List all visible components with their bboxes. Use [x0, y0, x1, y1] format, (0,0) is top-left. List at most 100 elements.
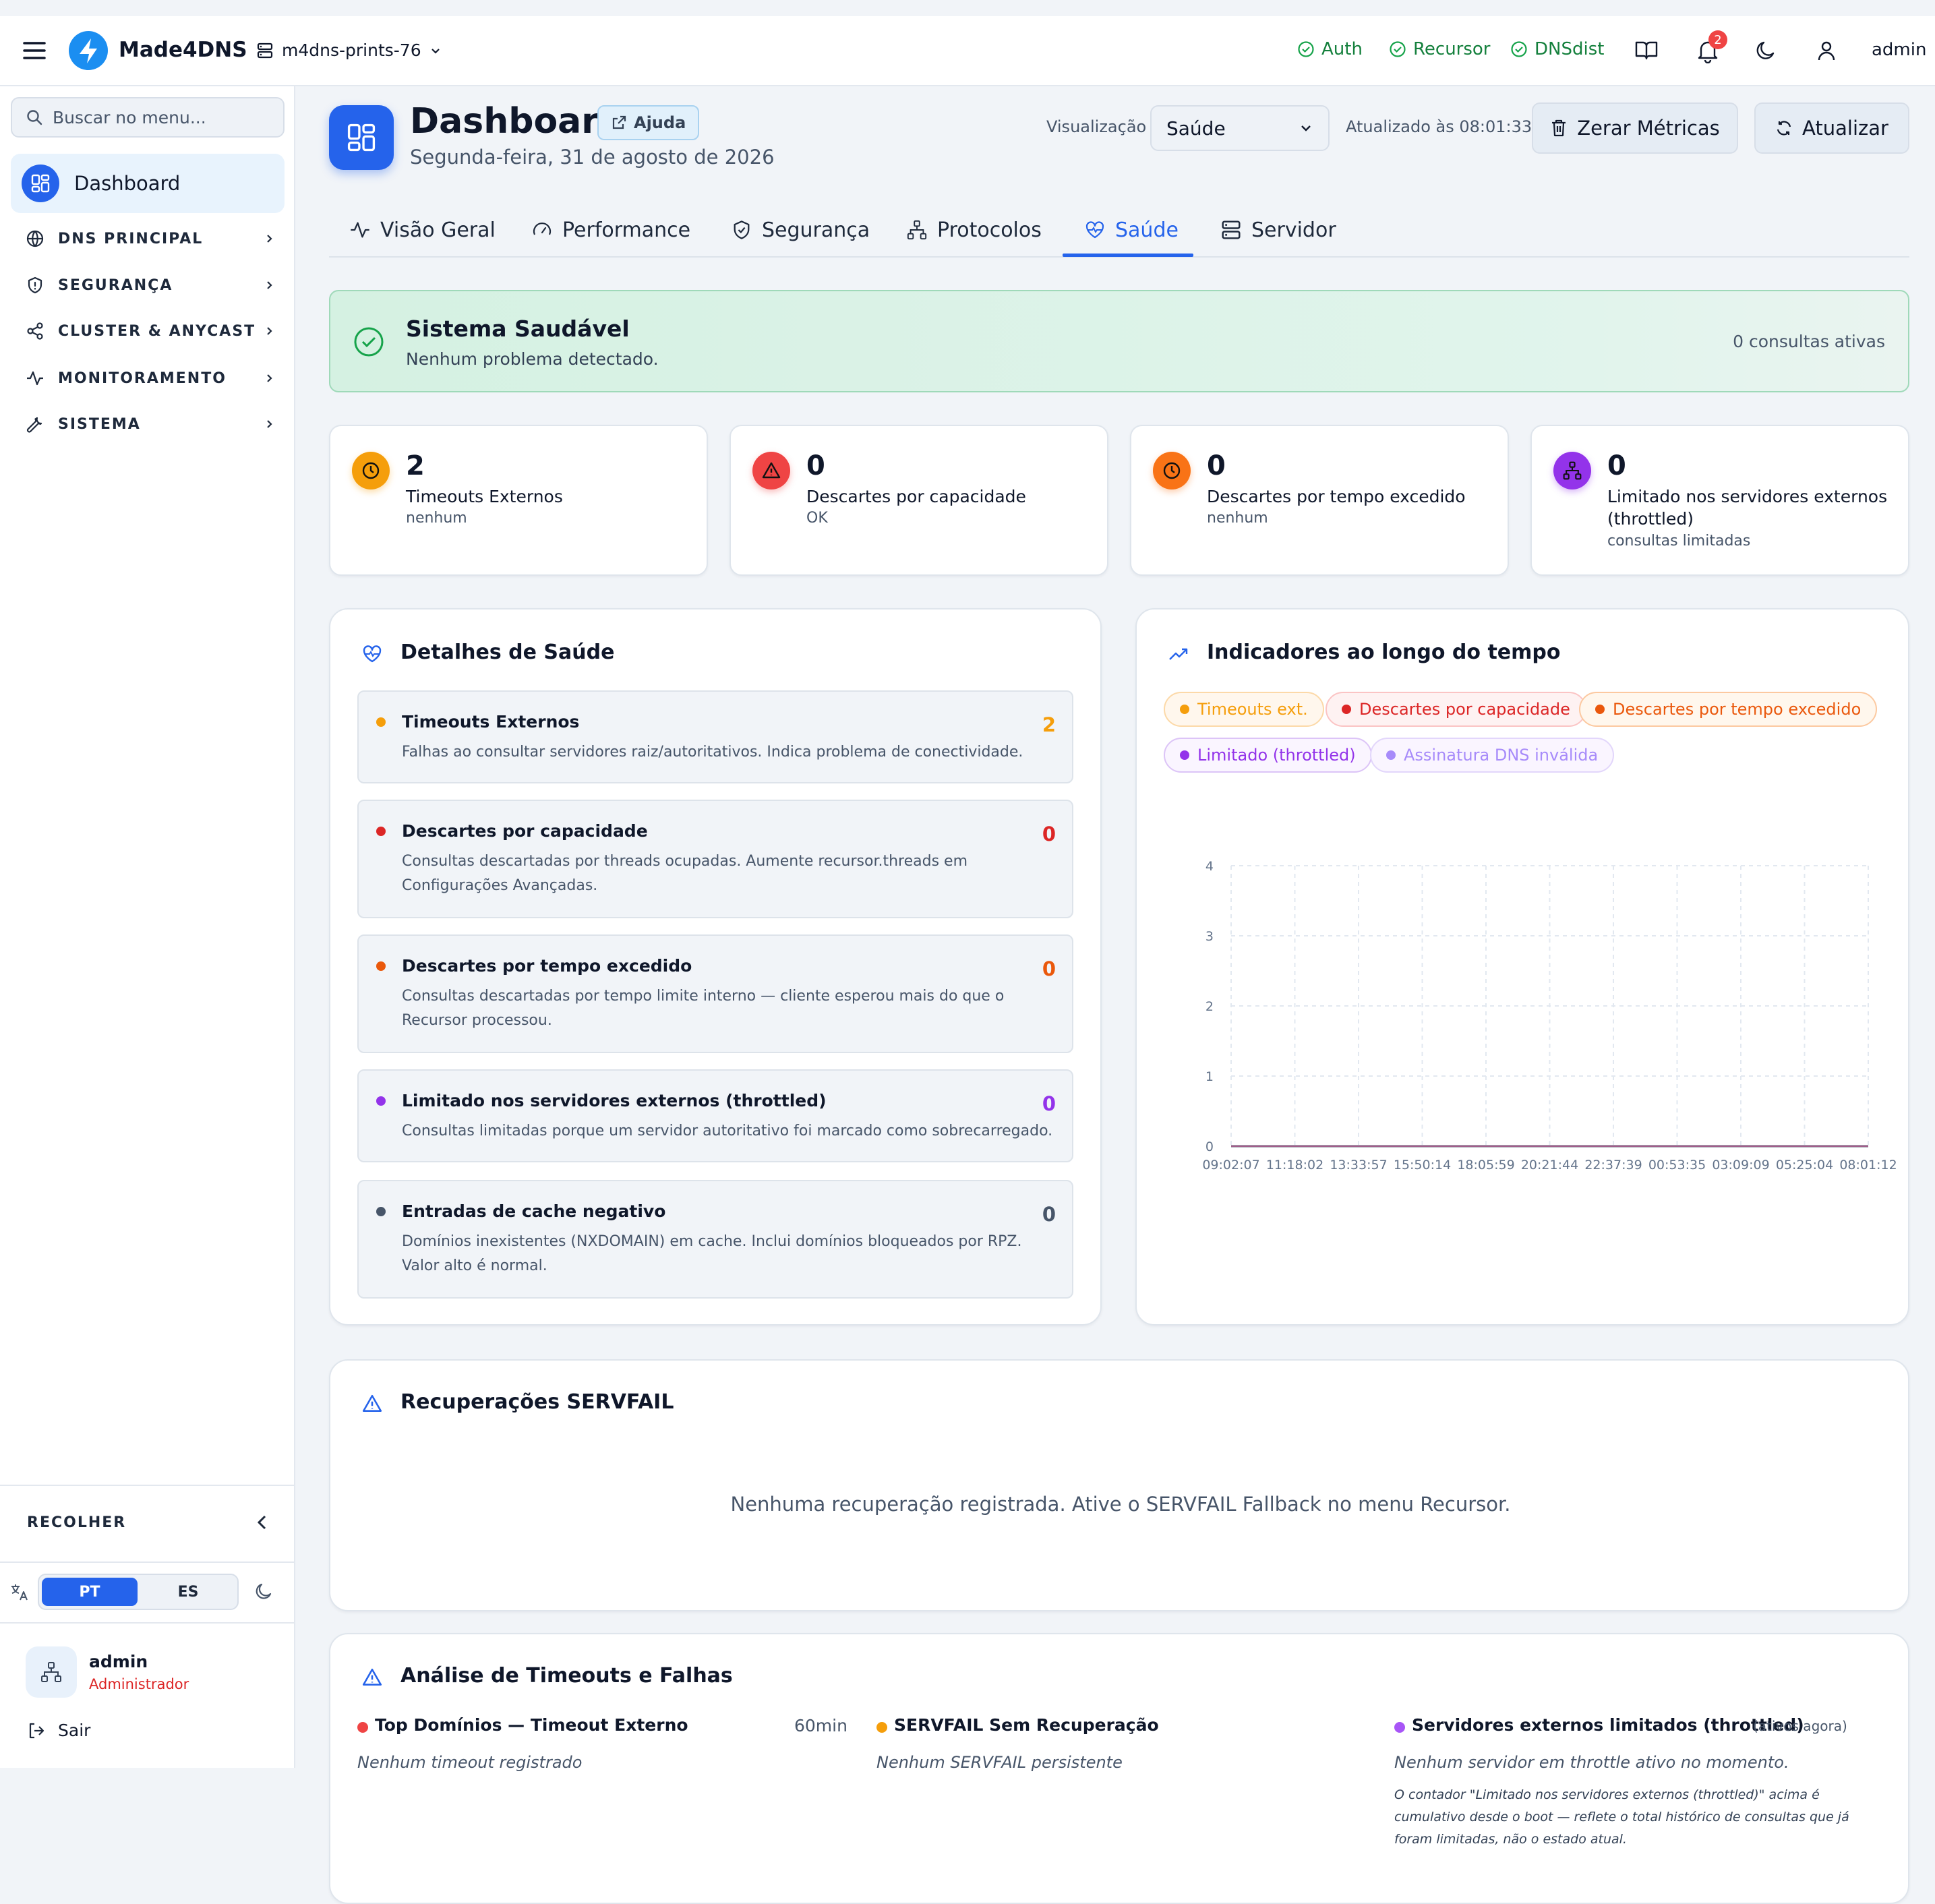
lang-es-button[interactable]: ES: [140, 1578, 236, 1606]
stat-label: Timeouts Externos: [406, 487, 563, 506]
logout-button[interactable]: Sair: [27, 1721, 90, 1740]
menu-toggle-icon[interactable]: [23, 40, 46, 61]
external-link-icon: [611, 115, 627, 131]
help-label: Ajuda: [634, 113, 686, 132]
check-circle-icon: [1389, 40, 1406, 58]
refresh-button[interactable]: Atualizar: [1754, 102, 1909, 154]
health-item-capacity-drops: Descartes por capacidade Consultas desca…: [357, 800, 1073, 918]
search-icon: [26, 109, 43, 126]
tab-protocolos[interactable]: Protocolos: [906, 214, 1042, 245]
legend-capacity-drops[interactable]: Descartes por capacidade: [1326, 692, 1586, 727]
help-button[interactable]: Ajuda: [597, 105, 700, 140]
legend-throttled[interactable]: Limitado (throttled): [1164, 738, 1372, 773]
sidebar-group-dns-principal[interactable]: DNS PRINCIPAL: [26, 225, 275, 252]
health-item-desc: Consultas limitadas porque um servidor a…: [402, 1123, 1053, 1139]
x-tick-label: 20:21:44: [1521, 1158, 1578, 1172]
status-dot: [376, 1096, 386, 1106]
server-icon: [256, 42, 274, 59]
sidebar-group-cluster-anycast[interactable]: CLUSTER & ANYCAST: [26, 318, 275, 345]
sidebar-item-dashboard[interactable]: Dashboard: [11, 154, 285, 213]
theme-toggle-moon-icon[interactable]: [254, 1582, 274, 1602]
page-title: Dashboard: [410, 101, 624, 142]
health-item-value: 2: [1042, 713, 1056, 736]
health-item-timeouts: Timeouts Externos Falhas ao consultar se…: [357, 690, 1073, 783]
sidebar-group-seguranca[interactable]: SEGURANÇA: [26, 272, 275, 299]
shield-icon: [26, 276, 44, 295]
stat-card-capacity-drops: 0 Descartes por capacidade OK: [730, 425, 1108, 576]
collapse-label: RECOLHER: [27, 1514, 127, 1531]
server-selector[interactable]: m4dns-prints-76: [256, 40, 442, 60]
lang-pt-button[interactable]: PT: [42, 1578, 138, 1606]
view-label: Visualização: [1046, 117, 1147, 136]
sidebar-group-label: SISTEMA: [58, 415, 141, 433]
page-date: Segunda-feira, 31 de agosto de 2026: [410, 146, 775, 169]
shield-check-icon: [731, 219, 752, 241]
theme-moon-icon[interactable]: [1754, 39, 1777, 62]
sidebar-group-sistema[interactable]: SISTEMA: [26, 411, 275, 438]
docs-book-icon[interactable]: [1634, 38, 1659, 62]
refresh-label: Atualizar: [1802, 117, 1888, 140]
health-item-value: 0: [1042, 957, 1056, 980]
sidebar-divider: [0, 1561, 295, 1563]
gauge-icon: [531, 219, 553, 241]
language-switch: PT ES: [38, 1574, 239, 1610]
status-dot: [376, 961, 386, 971]
tab-performance[interactable]: Performance: [531, 214, 690, 245]
topbar-username[interactable]: admin: [1872, 40, 1926, 60]
status-dnsdist[interactable]: DNSdist: [1510, 39, 1604, 59]
reset-metrics-button[interactable]: Zerar Métricas: [1532, 102, 1738, 154]
check-circle-icon: [1297, 40, 1315, 58]
sidebar-group-label: CLUSTER & ANYCAST: [58, 322, 256, 340]
legend-timeouts-ext[interactable]: Timeouts ext.: [1164, 692, 1324, 727]
stat-card-throttled: 0 Limitado nos servidores externos (thro…: [1530, 425, 1909, 576]
brand-logo-icon: [69, 31, 108, 70]
trending-up-icon: [1168, 645, 1189, 663]
collapse-sidebar-button[interactable]: RECOLHER: [27, 1509, 270, 1536]
legend-label: Descartes por tempo excedido: [1613, 700, 1862, 719]
legend-time-drops[interactable]: Descartes por tempo excedido: [1579, 692, 1878, 727]
sidebar-divider: [0, 1485, 295, 1486]
stat-label: Descartes por capacidade: [806, 487, 1026, 506]
sidebar-group-label: DNS PRINCIPAL: [58, 230, 204, 247]
alert-triangle-icon: [752, 452, 790, 489]
status-dot: [357, 1722, 368, 1733]
sidebar-search[interactable]: Buscar no menu...: [11, 97, 285, 138]
activity-icon: [26, 369, 44, 388]
y-tick-label: 0: [1205, 1139, 1214, 1154]
server-icon: [1220, 219, 1242, 241]
status-auth[interactable]: Auth: [1297, 39, 1363, 59]
alert-triangle-icon: [361, 1393, 383, 1415]
chevron-right-icon: [263, 418, 275, 430]
heart-pulse-icon: [361, 643, 383, 665]
status-dot: [376, 1207, 386, 1216]
chevron-right-icon: [263, 372, 275, 384]
card-title: Análise de Timeouts e Falhas: [400, 1664, 733, 1688]
stat-value: 2: [406, 450, 425, 481]
col1-empty: Nenhum timeout registrado: [357, 1753, 583, 1772]
notification-badge: 2: [1708, 30, 1727, 49]
tab-seguranca[interactable]: Segurança: [731, 214, 870, 245]
health-details-card: Detalhes de Saúde Timeouts Externos Falh…: [329, 608, 1102, 1326]
sidebar-group-monitoramento[interactable]: MONITORAMENTO: [26, 365, 275, 392]
x-tick-label: 09:02:07: [1202, 1158, 1259, 1172]
updated-at: Atualizado às 08:01:33: [1346, 117, 1532, 136]
x-tick-label: 15:50:14: [1394, 1158, 1451, 1172]
tab-label: Servidor: [1251, 218, 1336, 242]
stat-card-timeouts: 2 Timeouts Externos nenhum: [329, 425, 708, 576]
y-tick-label: 4: [1205, 859, 1214, 874]
legend-label: Limitado (throttled): [1197, 746, 1356, 765]
tab-visao-geral[interactable]: Visão Geral: [349, 214, 496, 245]
legend-dot: [1595, 705, 1605, 714]
clock-icon: [1153, 452, 1191, 489]
view-select[interactable]: Saúde: [1150, 105, 1330, 151]
status-dot: [876, 1722, 887, 1733]
user-icon[interactable]: [1815, 39, 1838, 62]
status-recursor[interactable]: Recursor: [1389, 39, 1491, 59]
stat-sub: consultas limitadas: [1607, 533, 1751, 549]
legend-dot: [1342, 705, 1351, 714]
tab-saude[interactable]: Saúde: [1084, 214, 1179, 245]
chevron-down-icon: [429, 44, 442, 57]
sidebar-item-dashboard-label: Dashboard: [74, 172, 181, 195]
legend-dns-signature[interactable]: Assinatura DNS inválida: [1370, 738, 1615, 773]
tab-servidor[interactable]: Servidor: [1220, 214, 1336, 245]
